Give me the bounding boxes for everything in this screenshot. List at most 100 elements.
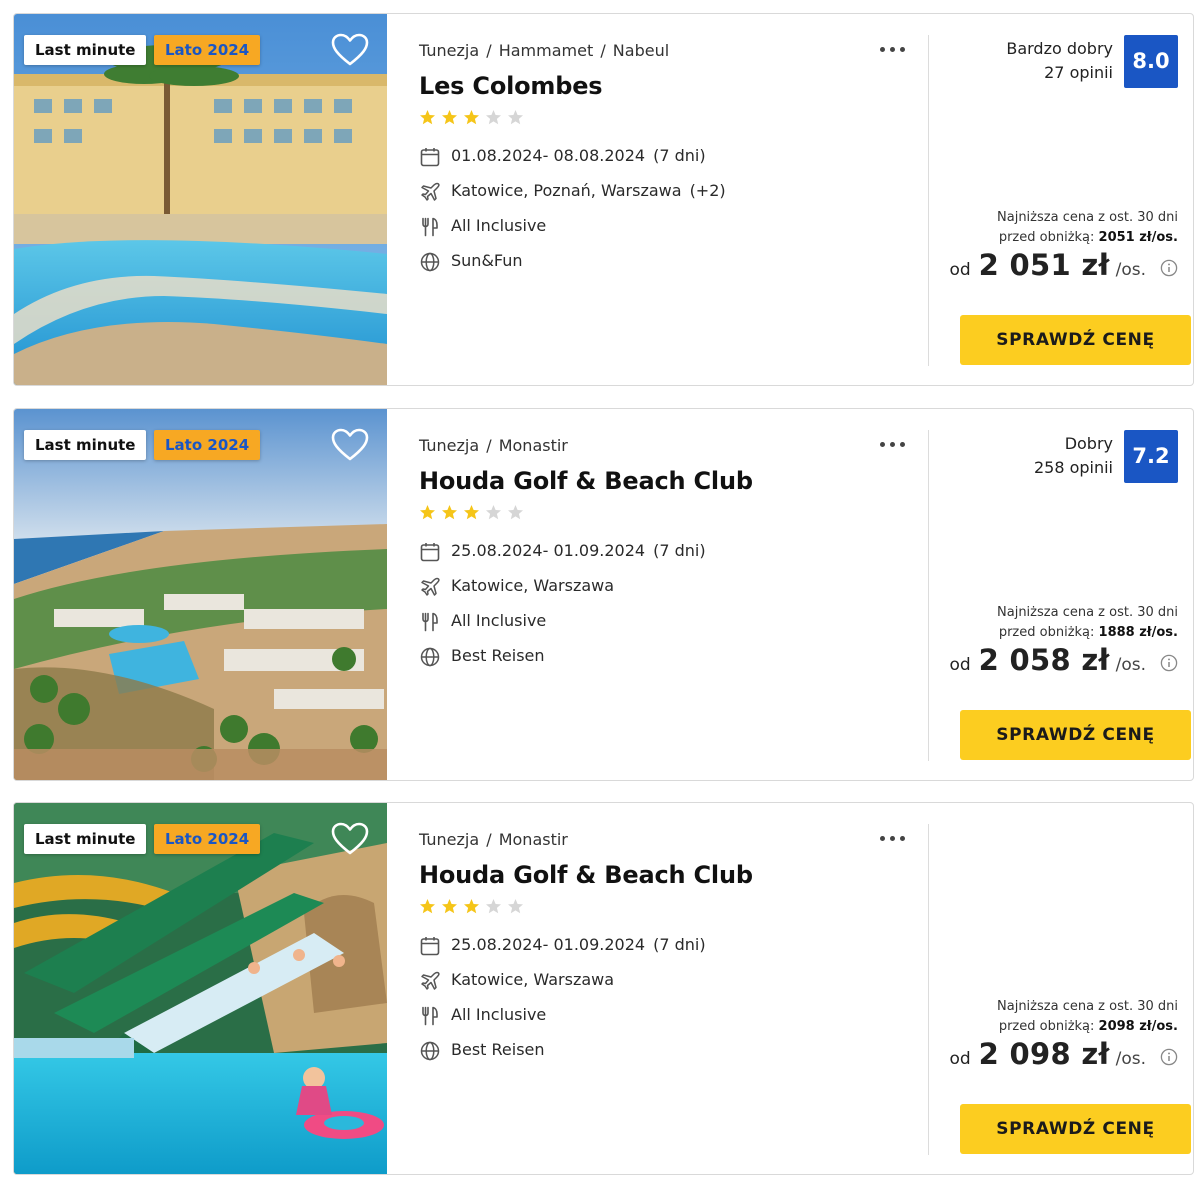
lowest-price-prefix: przed obniżką: [998,1019,1095,1034]
breadcrumb-country[interactable]: Tunezja [419,41,479,60]
last-minute-badge: Last minute [24,430,147,460]
operator-row: Best Reisen [419,1038,879,1064]
star-empty-icon [507,504,524,521]
breadcrumb: Tunezja / Hammamet / Nabeul [419,41,669,60]
offer-card: Last minute Lato 2024 Tunezja / Monastir… [13,408,1194,781]
breadcrumb-city[interactable]: Monastir [499,830,568,849]
hotel-photo-image [14,409,387,780]
breadcrumb-separator: / [486,41,492,60]
tour-operator: Best Reisen [451,1040,545,1059]
fork-knife-icon [419,611,441,633]
info-circle-icon[interactable] [1160,654,1178,672]
plane-icon [419,970,441,992]
breadcrumb-country[interactable]: Tunezja [419,436,479,455]
star-empty-icon [507,109,524,126]
offer-info: Tunezja / Monastir Houda Golf & Beach Cl… [419,803,919,1174]
fork-knife-icon [419,216,441,238]
fork-knife-icon [419,1005,441,1027]
board-type: All Inclusive [451,611,547,630]
calendar-icon [419,935,441,957]
breadcrumb-region[interactable]: Nabeul [613,41,669,60]
star-empty-icon [507,898,524,915]
breadcrumb-country[interactable]: Tunezja [419,830,479,849]
departure-cities: Katowice, Poznań, Warszawa [451,181,682,200]
hotel-name[interactable]: Houda Golf & Beach Club [419,467,753,495]
more-dots-icon[interactable] [877,827,909,849]
hotel-name[interactable]: Houda Golf & Beach Club [419,861,753,889]
travel-dates: 01.08.2024- 08.08.2024 [451,146,646,165]
breadcrumb: Tunezja / Monastir [419,436,568,455]
calendar-icon [419,146,441,168]
lowest-price-note: Najniższa cena z ost. 30 dni przed obniż… [997,208,1178,248]
lowest-price-note: Najniższa cena z ost. 30 dni przed obniż… [997,603,1178,643]
review-summary[interactable]: Dobry 258 opinii [1034,432,1113,480]
lowest-price-note: Najniższa cena z ost. 30 dni przed obniż… [997,997,1178,1037]
board-row: All Inclusive [419,609,879,635]
heart-outline-icon[interactable] [331,33,369,67]
heart-outline-icon[interactable] [331,428,369,462]
hotel-name[interactable]: Les Colombes [419,72,603,100]
board-type: All Inclusive [451,216,547,235]
check-price-button[interactable]: SPRAWDŹ CENĘ [960,1104,1191,1154]
lowest-price-value: 2098 zł/os. [1098,1019,1178,1034]
star-empty-icon [485,898,502,915]
check-price-button[interactable]: SPRAWDŹ CENĘ [960,315,1191,365]
last-minute-badge: Last minute [24,824,147,854]
departure-cities: Katowice, Warszawa [451,576,615,595]
star-filled-icon [463,109,480,126]
price-per-person: /os. [1115,655,1146,675]
dates-row: 01.08.2024- 08.08.2024 (7 dni) [419,144,879,170]
breadcrumb: Tunezja / Monastir [419,830,568,849]
price-panel: Najniższa cena z ost. 30 dni przed obniż… [928,803,1193,1174]
star-filled-icon [419,898,436,915]
offer-info: Tunezja / Hammamet / Nabeul Les Colombes… [419,14,919,385]
price: od 2 098 zł/os. [949,1037,1178,1077]
breadcrumb-city[interactable]: Monastir [499,436,568,455]
lowest-price-label: Najniższa cena z ost. 30 dni [997,605,1178,620]
offer-card: Last minute Lato 2024 Tunezja / Monastir… [13,802,1194,1175]
star-filled-icon [463,504,480,521]
dates-row: 25.08.2024- 01.09.2024 (7 dni) [419,539,879,565]
info-circle-icon[interactable] [1160,259,1178,277]
price-amount: 2 058 zł [978,643,1110,677]
heart-outline-icon[interactable] [331,822,369,856]
star-empty-icon [485,109,502,126]
info-circle-icon[interactable] [1160,1048,1178,1066]
lowest-price-label: Najniższa cena z ost. 30 dni [997,999,1178,1014]
season-badge: Lato 2024 [154,824,261,854]
departures-row: Katowice, Warszawa [419,574,879,600]
review-summary[interactable]: Bardzo dobry 27 opinii [1006,37,1113,85]
review-count: 258 opinii [1033,458,1113,477]
rating-score-badge: 8.0 [1124,35,1178,88]
price-panel: Bardzo dobry 27 opinii 8.0 Najniższa cen… [928,14,1193,385]
star-filled-icon [441,898,458,915]
hotel-photo[interactable]: Last minute Lato 2024 [14,409,387,780]
hotel-photo[interactable]: Last minute Lato 2024 [14,803,387,1174]
more-dots-icon[interactable] [877,433,909,455]
breadcrumb-separator: / [486,830,492,849]
board-row: All Inclusive [419,214,879,240]
more-departures-link[interactable]: (+2) [690,181,726,200]
last-minute-badge: Last minute [24,35,147,65]
check-price-button[interactable]: SPRAWDŹ CENĘ [960,710,1191,760]
breadcrumb-city[interactable]: Hammamet [499,41,594,60]
breadcrumb-separator: / [486,436,492,455]
hotel-photo-image [14,803,387,1174]
plane-icon [419,576,441,598]
travel-dates: 25.08.2024- 01.09.2024 [451,935,646,954]
price-from-label: od [949,655,971,675]
rating-label: Dobry [1064,434,1113,453]
offer-card: Last minute Lato 2024 Tunezja / Hammamet… [13,13,1194,386]
price-from-label: od [949,1049,971,1069]
plane-icon [419,181,441,203]
departure-cities: Katowice, Warszawa [451,970,615,989]
price-panel: Dobry 258 opinii 7.2 Najniższa cena z os… [928,409,1193,780]
hotel-photo[interactable]: Last minute Lato 2024 [14,14,387,385]
more-dots-icon[interactable] [877,38,909,60]
globe-icon [419,1040,441,1062]
price-from-label: od [949,260,971,280]
departures-row: Katowice, Warszawa [419,968,879,994]
lowest-price-value: 2051 zł/os. [1098,230,1178,245]
lowest-price-prefix: przed obniżką: [998,230,1095,245]
star-filled-icon [441,504,458,521]
